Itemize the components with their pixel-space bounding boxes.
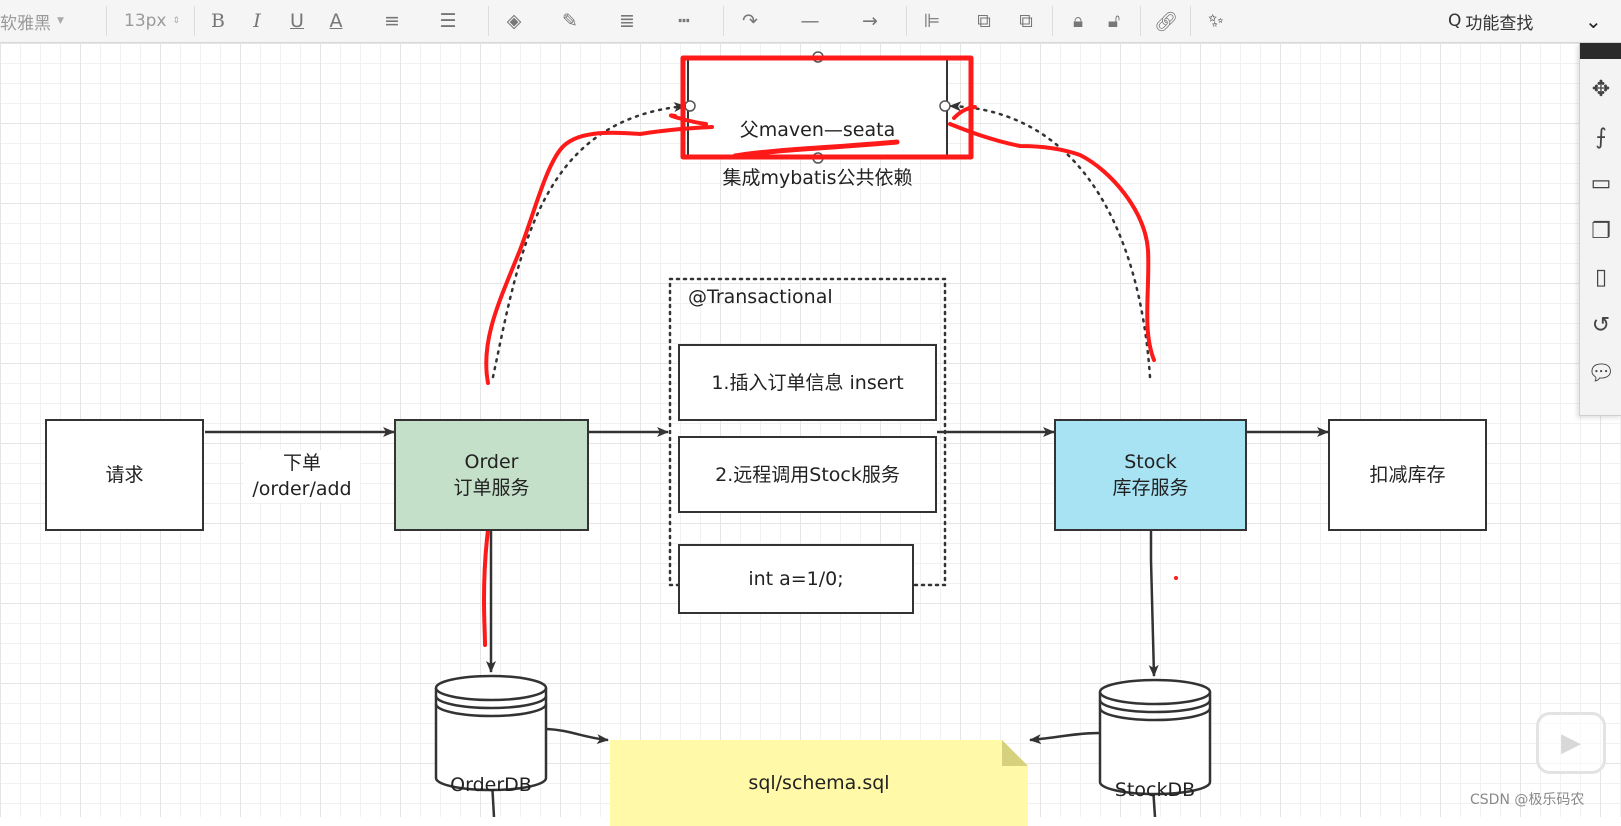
align-objects-icon[interactable]: ⊫ <box>918 0 946 42</box>
pages-icon[interactable]: ❐ <box>1580 213 1621 249</box>
divider <box>488 6 489 36</box>
divider <box>906 6 907 36</box>
calendar-icon[interactable]: ▭ <box>1580 165 1621 201</box>
stepper-icon: ⇕ <box>172 16 181 26</box>
fill-bucket-icon[interactable]: ◈ <box>500 0 528 42</box>
arrow-end-icon[interactable]: → <box>850 0 890 42</box>
divider <box>723 6 724 36</box>
chevron-double-down-icon[interactable]: ⌄ <box>1585 0 1615 42</box>
step-divide-by-zero[interactable]: int a=1/0; <box>678 544 914 614</box>
stockdb-to-schema-edge[interactable] <box>1029 731 1101 745</box>
request-node[interactable]: 请求 <box>45 419 204 531</box>
deduct-stock-node[interactable]: 扣减库存 <box>1328 419 1487 531</box>
watermark: CSDN @极乐码农 <box>1470 792 1585 808</box>
stockdb-label: StockDB <box>1114 779 1196 801</box>
pen-icon[interactable]: ✎ <box>556 0 584 42</box>
schema-sql-note[interactable]: sql/schema.sql <box>610 740 1028 826</box>
lock-icon[interactable]: 🔒︎ <box>1064 0 1092 42</box>
deduct-node-label: 扣减库存 <box>1369 464 1446 486</box>
order-add-edge-label: 下单 /order/add <box>244 450 360 502</box>
navigator-icon[interactable]: ✥ <box>1580 71 1621 107</box>
connection-handle[interactable] <box>939 100 951 112</box>
line-start-icon[interactable]: — <box>790 0 830 42</box>
orderdb-cylinder[interactable] <box>434 674 548 792</box>
divider <box>1140 6 1141 36</box>
step-insert-order[interactable]: 1.插入订单信息 insert <box>678 344 937 421</box>
line-spacing-icon[interactable]: ☰ <box>434 0 462 42</box>
font-family-select[interactable]: 软雅黑 ▼ <box>0 0 100 42</box>
parent-box-line2: 集成mybatis公共依赖 <box>722 167 913 189</box>
magic-wand-icon[interactable]: ✨︎ <box>1202 0 1230 42</box>
play-icon[interactable]: ▶ <box>1536 712 1606 774</box>
transactional-label: @Transactional <box>688 286 833 308</box>
edge-label-line1: 下单 <box>282 452 321 474</box>
diagram-canvas[interactable]: 父maven—seata 集成mybatis公共依赖 @Transactiona… <box>0 43 1621 826</box>
divider <box>1052 6 1053 36</box>
bring-front-icon[interactable]: ⧉ <box>970 0 998 42</box>
right-side-panel: ✥ ⨍ ▭ ❐ ▯ ↺ 💬︎ <box>1579 43 1621 416</box>
request-node-label: 请求 <box>105 464 144 486</box>
orderdb-label: OrderDB <box>450 774 532 796</box>
chevron-down-icon: ▼ <box>57 16 64 26</box>
page-icon[interactable]: ▯ <box>1580 259 1621 295</box>
line-dash-icon[interactable]: ┅ <box>670 0 698 42</box>
stock-service-node[interactable]: Stock 库存服务 <box>1054 419 1247 531</box>
comment-icon[interactable]: 💬︎ <box>1580 355 1621 391</box>
step3-label: int a=1/0; <box>748 568 844 590</box>
underline-icon[interactable]: U <box>283 0 311 42</box>
panel-header-bar <box>1580 43 1621 59</box>
line-weight-icon[interactable]: ≣ <box>613 0 641 42</box>
note-label: sql/schema.sql <box>748 772 890 794</box>
italic-icon[interactable]: I <box>243 0 271 42</box>
font-size-value: 13px <box>124 11 167 31</box>
connection-handle[interactable] <box>684 100 696 112</box>
divider <box>1190 6 1191 36</box>
formula-icon[interactable]: ⨍ <box>1580 119 1621 155</box>
step2-label: 2.远程调用Stock服务 <box>715 463 900 486</box>
send-back-icon[interactable]: ⧉ <box>1012 0 1040 42</box>
divider <box>194 6 195 36</box>
history-icon[interactable]: ↺ <box>1580 307 1621 343</box>
order-node-line1: Order <box>464 451 519 473</box>
step1-label: 1.插入订单信息 insert <box>711 371 904 394</box>
unlock-icon[interactable]: 🔓︎ <box>1100 0 1128 42</box>
stock-node-line1: Stock <box>1124 451 1177 473</box>
divider <box>106 6 107 36</box>
parent-box-line1: 父maven—seata <box>739 119 896 141</box>
transactional-container[interactable] <box>668 277 947 587</box>
order-service-node[interactable]: Order 订单服务 <box>394 419 589 531</box>
orderdb-to-schema-edge[interactable] <box>546 727 609 745</box>
bold-icon[interactable]: B <box>204 0 232 42</box>
toolbar: 软雅黑 ▼ 13px ⇕ B I U A ≡ ☰ ◈ ✎ ≣ ┅ ↷ — → ⊫… <box>0 0 1621 43</box>
font-family-value: 软雅黑 <box>0 13 51 34</box>
font-color-icon[interactable]: A <box>322 0 350 42</box>
stock-node-line2: 库存服务 <box>1112 477 1189 499</box>
edge-label-line2: /order/add <box>252 478 352 500</box>
search-icon: Q <box>1448 11 1462 31</box>
connector-curve-icon[interactable]: ↷ <box>736 0 764 42</box>
font-size-input[interactable]: 13px ⇕ <box>124 0 186 42</box>
order-node-line2: 订单服务 <box>453 477 530 499</box>
step-remote-call-stock[interactable]: 2.远程调用Stock服务 <box>678 436 937 513</box>
stockdb-cylinder[interactable] <box>1098 678 1212 796</box>
link-icon[interactable]: 🔗︎ <box>1152 0 1180 42</box>
align-left-icon[interactable]: ≡ <box>378 0 406 42</box>
feature-search-button[interactable]: Q 功能查找 <box>1448 0 1598 42</box>
feature-search-label: 功能查找 <box>1465 13 1534 34</box>
